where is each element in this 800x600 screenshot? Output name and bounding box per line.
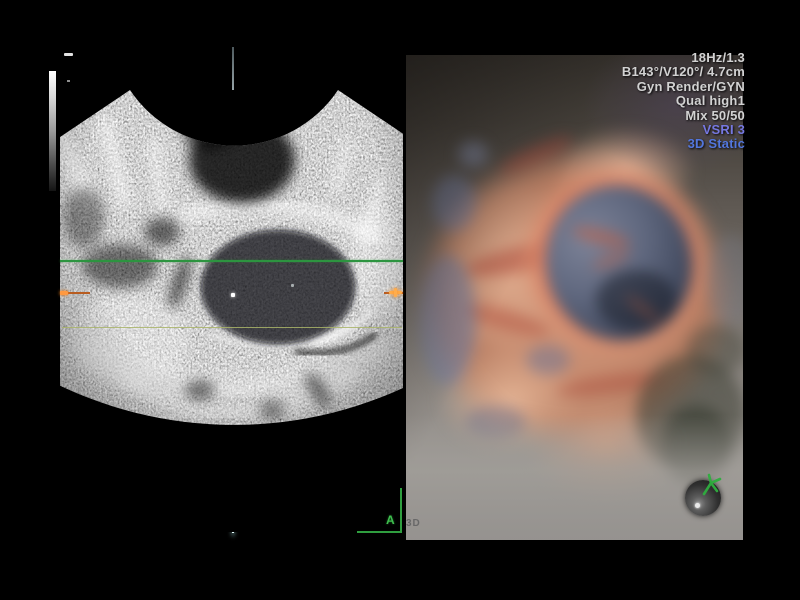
status-acquisition: 3D Static: [622, 137, 745, 151]
orientation-marker-icon: [700, 472, 726, 498]
b-mode-sector-image: [60, 90, 403, 532]
centerline-tick-top: [232, 47, 234, 90]
faint-caliper-dot: [291, 284, 294, 287]
status-frame-rate: 18Hz/1.3: [622, 51, 745, 65]
status-quality: Qual high1: [622, 94, 745, 108]
render-bottom-fog: [406, 415, 743, 540]
active-plane-label: A: [386, 513, 395, 527]
orange-caliper-icon[interactable]: [394, 288, 397, 297]
orientation-ball-highlight: [695, 503, 700, 508]
ruler-major-tick: [64, 53, 73, 56]
render-box-bottom-line[interactable]: [62, 327, 402, 328]
status-mix: Mix 50/50: [622, 109, 745, 123]
active-plane-bracket-horizontal: [357, 531, 402, 533]
status-text-block: 18Hz/1.3 B143°/V120°/ 4.7cm Gyn Render/G…: [622, 51, 745, 152]
render-mode-label: 3D: [406, 518, 421, 529]
render-box-top-line[interactable]: [60, 260, 403, 262]
status-volume-angle: B143°/V120°/ 4.7cm: [622, 65, 745, 79]
status-vsri: VSRI 3: [622, 123, 745, 137]
grayscale-bar: [49, 71, 56, 191]
active-plane-bracket-vertical: [400, 488, 402, 533]
ultrasound-screen: A 3D: [0, 0, 800, 600]
b-mode-image-panel[interactable]: [60, 90, 403, 532]
render-line-end-marker[interactable]: [60, 291, 68, 295]
status-render-preset: Gyn Render/GYN: [622, 80, 745, 94]
white-caliper-dot[interactable]: [231, 293, 235, 297]
